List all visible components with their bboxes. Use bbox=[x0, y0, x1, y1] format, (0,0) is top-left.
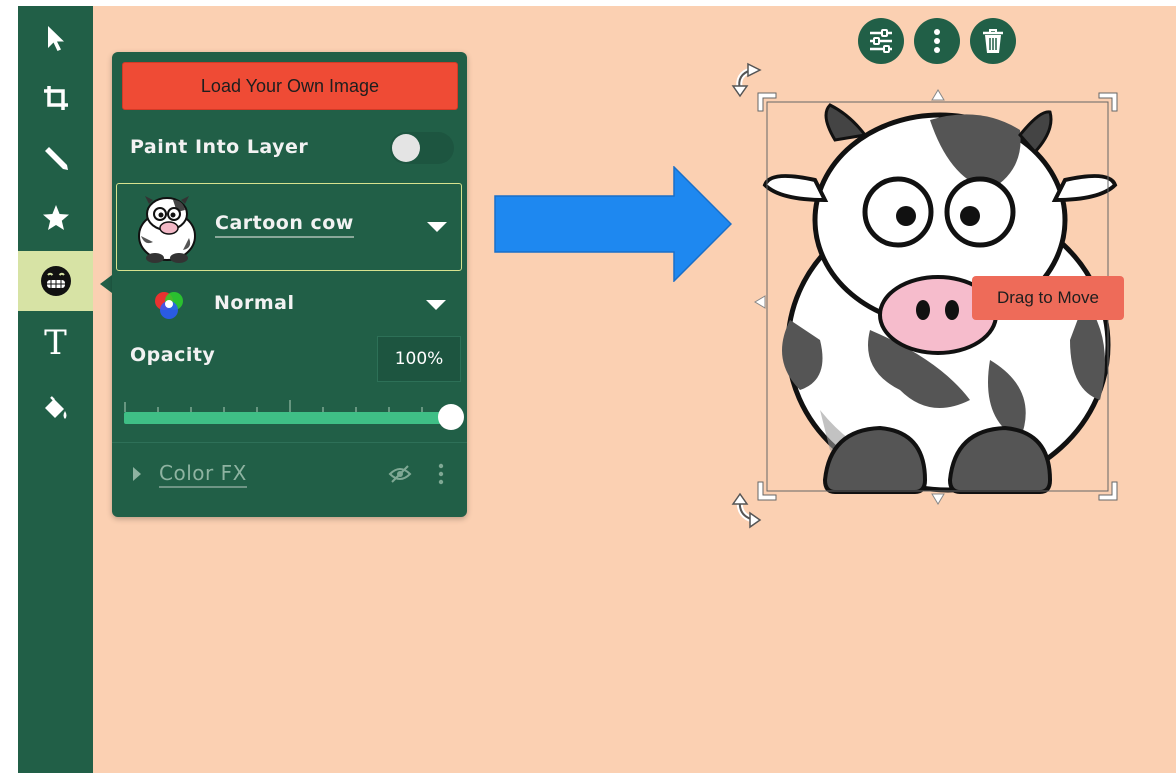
cow-thumbnail-icon bbox=[138, 196, 196, 263]
panel-divider bbox=[112, 442, 467, 443]
arrow-cursor-icon bbox=[47, 26, 64, 51]
panel-pointer bbox=[100, 275, 112, 293]
toggle-knob bbox=[392, 134, 420, 162]
chevron-down-icon bbox=[427, 222, 447, 232]
sliders-icon bbox=[870, 29, 892, 53]
opacity-slider-track[interactable] bbox=[124, 412, 452, 424]
opacity-input[interactable]: 100% bbox=[377, 336, 461, 382]
star-icon bbox=[42, 205, 69, 230]
crop-tool-button[interactable] bbox=[18, 68, 93, 128]
paint-into-layer-toggle[interactable] bbox=[390, 132, 454, 164]
text-tool-button[interactable]: T bbox=[18, 313, 93, 373]
chevron-right-icon[interactable] bbox=[132, 466, 142, 482]
fill-tool-button[interactable] bbox=[18, 380, 93, 440]
opacity-slider-handle[interactable] bbox=[438, 404, 464, 430]
tool-sidebar: T bbox=[18, 6, 93, 773]
sticker-panel: Load Your Own Image Paint Into Layer Car… bbox=[112, 52, 467, 517]
trash-icon bbox=[983, 29, 1003, 53]
more-vertical-icon[interactable] bbox=[438, 463, 444, 485]
paint-into-layer-label: Paint Into Layer bbox=[130, 136, 309, 158]
opacity-label: Opacity bbox=[130, 344, 216, 366]
more-options-button[interactable] bbox=[914, 18, 960, 64]
rotate-handle-top-icon[interactable] bbox=[731, 62, 762, 98]
crop-icon bbox=[43, 86, 68, 110]
draw-tool-button[interactable] bbox=[18, 128, 93, 188]
color-wheel-icon bbox=[155, 292, 183, 319]
load-image-button[interactable]: Load Your Own Image bbox=[122, 62, 458, 110]
eye-off-icon[interactable] bbox=[388, 464, 412, 484]
sticker-select[interactable]: Cartoon cow bbox=[116, 183, 462, 271]
pencil-icon bbox=[44, 147, 68, 170]
grin-emoji-icon bbox=[40, 266, 71, 296]
chevron-down-icon bbox=[426, 300, 446, 310]
blend-mode-select[interactable]: Normal bbox=[214, 292, 294, 314]
sticker-name: Cartoon cow bbox=[215, 212, 354, 238]
slider-ticks bbox=[124, 400, 423, 412]
stickers-tool-button[interactable] bbox=[18, 251, 93, 311]
blue-arrow-graphic bbox=[494, 166, 732, 282]
delete-button[interactable] bbox=[970, 18, 1016, 64]
drag-to-move-tooltip: Drag to Move bbox=[972, 276, 1124, 320]
select-tool-button[interactable] bbox=[18, 8, 93, 68]
rotate-handle-bottom-icon[interactable] bbox=[731, 492, 762, 529]
paint-bucket-icon bbox=[44, 396, 66, 419]
shapes-tool-button[interactable] bbox=[18, 188, 93, 248]
adjust-button[interactable] bbox=[858, 18, 904, 64]
color-fx-toggle[interactable]: Color FX bbox=[159, 461, 247, 488]
more-vertical-icon bbox=[934, 29, 940, 53]
text-icon: T bbox=[44, 323, 67, 363]
